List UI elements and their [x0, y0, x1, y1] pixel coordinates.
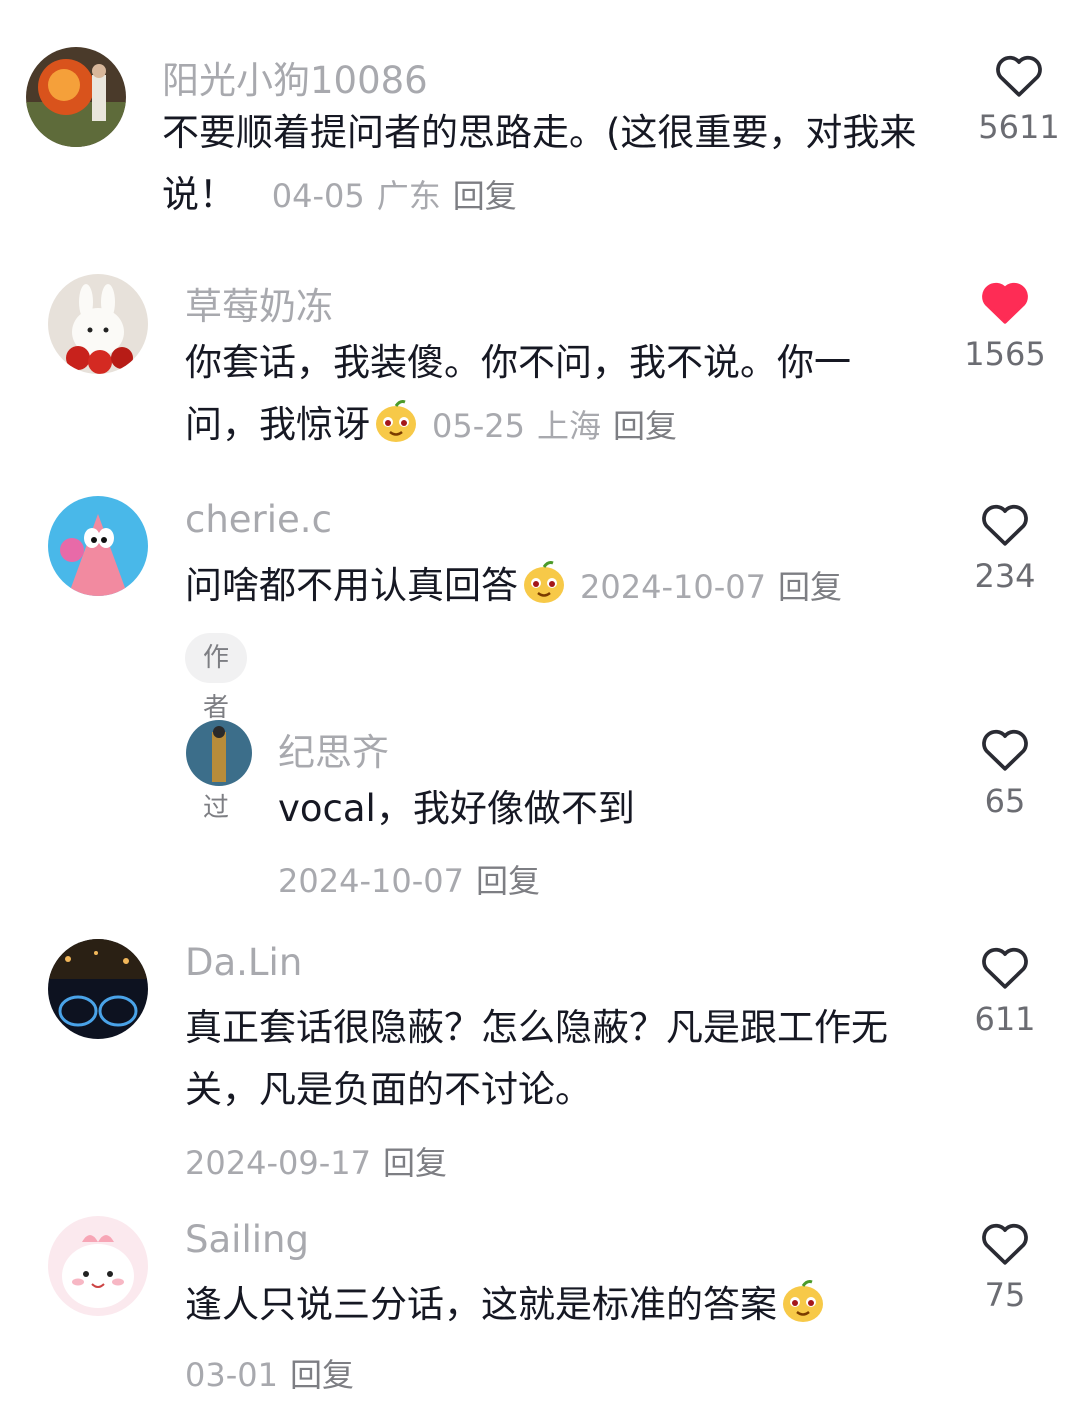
like-button[interactable]: 611	[960, 944, 1050, 1038]
like-button[interactable]: 75	[960, 1220, 1050, 1314]
comment-text: 问啥都不用认真回答 2024-10-07 回复	[185, 555, 945, 618]
reply-username[interactable]: 纪思齐	[278, 722, 389, 776]
comment-meta: 04-05 广东 回复	[248, 177, 517, 215]
heart-icon	[982, 729, 1028, 771]
comment-date: 2024-09-17	[185, 1144, 371, 1182]
smirk-emoji-icon	[779, 1277, 827, 1325]
like-count: 65	[984, 782, 1026, 820]
like-count: 1565	[964, 335, 1046, 373]
avatar[interactable]	[48, 1216, 148, 1316]
avatar[interactable]	[26, 47, 126, 147]
comment-date: 04-05	[271, 177, 365, 215]
author-liked-badge: 作者赞过	[185, 633, 248, 823]
avatar[interactable]	[48, 939, 148, 1039]
reply-button[interactable]: 回复	[613, 407, 677, 445]
reply-meta: 2024-10-07 回复	[278, 856, 540, 902]
comment-username[interactable]: cherie.c	[185, 498, 332, 541]
reply-date: 2024-10-07	[278, 862, 464, 900]
like-button[interactable]: 5611	[974, 52, 1064, 146]
heart-icon	[982, 504, 1028, 546]
heart-icon	[982, 1223, 1028, 1265]
avatar[interactable]	[48, 496, 148, 596]
like-button[interactable]: 1565	[960, 279, 1050, 373]
comment-body: 真正套话很隐蔽？怎么隐蔽？凡是跟工作无关，凡是负面的不讨论。	[185, 1006, 888, 1111]
avatar[interactable]	[186, 720, 252, 786]
comment-body: 问啥都不用认真回答	[185, 564, 518, 607]
heart-icon	[996, 55, 1042, 97]
smirk-emoji-icon	[372, 397, 420, 445]
comment-username[interactable]: 草莓奶冻	[185, 276, 333, 330]
comment-meta: 2024-09-17 回复	[185, 1138, 447, 1184]
reply-button[interactable]: 回复	[476, 862, 540, 900]
reply-button[interactable]: 回复	[383, 1144, 447, 1182]
comment-location: 上海	[536, 407, 601, 445]
like-button[interactable]: 234	[960, 501, 1050, 595]
heart-icon	[982, 282, 1028, 324]
comment-body: 逢人只说三分话，这就是标准的答案	[185, 1283, 777, 1326]
comment-username[interactable]: Da.Lin	[185, 941, 302, 984]
comment-text: 你套话，我装傻。你不问，我不说。你一问，我惊讶 05-25 上海 回复	[185, 332, 895, 457]
avatar[interactable]	[48, 274, 148, 374]
like-button[interactable]: 65	[960, 726, 1050, 820]
like-count: 75	[984, 1276, 1026, 1314]
comment-date: 05-25	[432, 407, 525, 445]
comment-meta: 05-25 上海 回复	[422, 407, 677, 445]
comment-username[interactable]: 阳光小狗10086	[162, 50, 428, 104]
comment-location: 广东	[376, 177, 441, 215]
reply-button[interactable]: 回复	[290, 1356, 354, 1394]
comment-text: 不要顺着提问者的思路走。(这很重要，对我来说！ 04-05 广东 回复	[162, 102, 932, 227]
comment-date: 03-01	[185, 1356, 278, 1394]
like-count: 5611	[978, 108, 1060, 146]
smirk-emoji-icon	[520, 558, 568, 606]
like-count: 611	[974, 1000, 1036, 1038]
comment-meta: 2024-10-07 回复	[570, 568, 842, 606]
comment-meta: 03-01 回复	[185, 1350, 354, 1396]
reply-button[interactable]: 回复	[453, 177, 517, 215]
reply-text: vocal，我好像做不到	[278, 778, 918, 840]
like-count: 234	[974, 557, 1036, 595]
heart-icon	[982, 947, 1028, 989]
reply-body: vocal，我好像做不到	[278, 787, 635, 830]
comment-text: 逢人只说三分话，这就是标准的答案	[185, 1274, 945, 1336]
comment-text: 真正套话很隐蔽？怎么隐蔽？凡是跟工作无关，凡是负面的不讨论。	[185, 997, 895, 1121]
comment-username[interactable]: Sailing	[185, 1218, 309, 1261]
comment-date: 2024-10-07	[580, 568, 766, 606]
reply-button[interactable]: 回复	[778, 568, 842, 606]
